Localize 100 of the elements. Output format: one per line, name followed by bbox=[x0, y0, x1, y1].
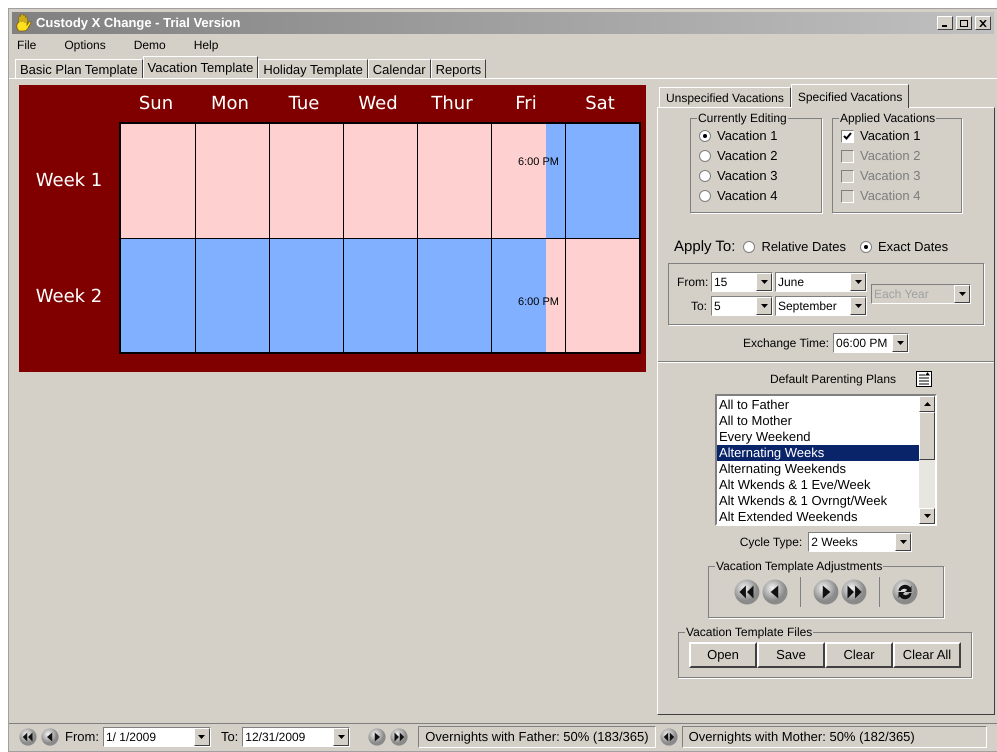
menu-item[interactable]: Help bbox=[194, 36, 218, 54]
file-button[interactable]: Open bbox=[689, 642, 757, 668]
radio-button[interactable] bbox=[699, 170, 711, 182]
from-date-dropdown[interactable]: 1/ 1/2009 bbox=[102, 726, 211, 746]
scroll-thumb[interactable] bbox=[919, 412, 935, 460]
scrollbar[interactable] bbox=[919, 396, 935, 524]
back-button[interactable] bbox=[762, 579, 788, 605]
fast-forward-button[interactable] bbox=[390, 728, 408, 746]
file-button[interactable]: Clear All bbox=[893, 642, 961, 668]
list-item[interactable]: Alt Extended Weekends bbox=[717, 509, 919, 525]
group-title: Vacation Template Files bbox=[685, 625, 814, 639]
from-label: From: bbox=[677, 274, 709, 291]
file-button[interactable]: Save bbox=[757, 642, 825, 668]
maximize-button[interactable] bbox=[956, 16, 972, 30]
checkbox-label: Vacation 1 bbox=[860, 127, 920, 146]
dropdown-arrow-button[interactable] bbox=[756, 297, 772, 315]
caret-icon bbox=[760, 304, 768, 308]
close-button[interactable] bbox=[975, 16, 991, 30]
checkbox-label: Vacation 3 bbox=[860, 167, 920, 186]
day-dropdown[interactable]: 15 bbox=[711, 272, 773, 292]
day-dropdown[interactable]: 5 bbox=[711, 296, 773, 316]
menu-item[interactable]: Demo bbox=[134, 36, 166, 54]
dropdown-arrow-button[interactable] bbox=[850, 273, 866, 291]
radio-button[interactable] bbox=[699, 150, 711, 162]
week-label: Week 1 bbox=[36, 168, 102, 192]
list-item[interactable]: Every Weekend bbox=[717, 429, 919, 445]
tab[interactable]: Unspecified Vacations bbox=[659, 87, 791, 107]
swap-button[interactable] bbox=[660, 728, 678, 746]
fast-forward-button[interactable] bbox=[841, 579, 867, 605]
apply-to-label: Apply To: bbox=[674, 236, 736, 257]
menu-item[interactable]: Options bbox=[64, 36, 106, 54]
to-date-dropdown[interactable]: 12/31/2009 bbox=[242, 726, 350, 746]
tab[interactable]: Specified Vacations bbox=[790, 84, 910, 108]
tab[interactable]: Reports bbox=[430, 59, 486, 78]
scroll-down-button[interactable] bbox=[919, 508, 935, 524]
exchange-time-label: 6:00 PM bbox=[518, 295, 559, 310]
maximize-icon bbox=[960, 20, 968, 26]
dropdown-arrow-button[interactable] bbox=[892, 334, 908, 352]
dropdown-arrow-button[interactable] bbox=[895, 533, 912, 551]
document-icon[interactable] bbox=[916, 371, 932, 387]
radio-label: Exact Dates bbox=[878, 238, 948, 256]
caret-icon bbox=[338, 734, 345, 738]
caret-icon bbox=[854, 304, 862, 308]
day-header: Mon bbox=[211, 92, 249, 116]
window-title: Custody X Change - Trial Version bbox=[36, 14, 242, 32]
radio-label: Relative Dates bbox=[761, 238, 846, 256]
month-dropdown[interactable]: June bbox=[775, 272, 867, 292]
mother-overnights-text: Overnights with Mother: 50% (182/365) bbox=[682, 726, 987, 748]
dropdown-arrow-button[interactable] bbox=[194, 728, 210, 746]
list-item[interactable]: Alternating Weekends bbox=[717, 461, 919, 477]
caret-icon bbox=[900, 540, 907, 544]
month-dropdown[interactable]: September bbox=[775, 296, 867, 316]
refresh-button[interactable] bbox=[892, 579, 918, 605]
list-item[interactable]: Alternating Weeks bbox=[717, 445, 919, 461]
list-item[interactable]: Alt Wkends & 1 Eve/Week bbox=[717, 477, 919, 493]
from-label: From: bbox=[65, 728, 99, 746]
tab[interactable]: Vacation Template bbox=[142, 56, 258, 78]
scroll-up-button[interactable] bbox=[919, 396, 935, 412]
radio-button[interactable] bbox=[860, 241, 872, 253]
dropdown-arrow-button[interactable] bbox=[333, 728, 350, 746]
exchange-time-dropdown[interactable]: 06:00 PM bbox=[833, 333, 910, 353]
tab[interactable]: Holiday Template bbox=[258, 59, 368, 78]
file-button[interactable]: Clear bbox=[825, 642, 893, 668]
tab[interactable]: Basic Plan Template bbox=[15, 59, 143, 78]
day-header: Fri bbox=[515, 92, 537, 116]
list-item[interactable]: All to Father bbox=[717, 397, 919, 413]
radio-button[interactable] bbox=[699, 130, 711, 142]
rewind-button[interactable] bbox=[734, 579, 760, 605]
caret-icon bbox=[958, 292, 966, 296]
checkbox-label: Vacation 2 bbox=[860, 147, 920, 166]
check-icon bbox=[843, 132, 852, 140]
caret-icon bbox=[924, 514, 930, 518]
list-item[interactable]: Alt Wkends & 1 Ovrngt/Week bbox=[717, 493, 919, 509]
group-title: Vacation Template Adjustments bbox=[715, 559, 884, 573]
group-title: Applied Vacations bbox=[839, 111, 936, 125]
day-header: Sat bbox=[585, 92, 615, 116]
dropdown-arrow-button[interactable] bbox=[850, 297, 866, 315]
list-item[interactable]: All to Mother bbox=[717, 413, 919, 429]
caret-icon bbox=[854, 280, 862, 284]
day-header: Wed bbox=[358, 92, 398, 116]
tab[interactable]: Calendar bbox=[368, 59, 431, 78]
dropdown-arrow-button[interactable] bbox=[756, 273, 772, 291]
menu-item[interactable]: File bbox=[17, 36, 36, 54]
cycle-type-dropdown[interactable]: 2 Weeks bbox=[808, 532, 912, 552]
caret-up-icon bbox=[924, 402, 930, 406]
exchange-time-label: Exchange Time: bbox=[742, 335, 830, 352]
forward-button[interactable] bbox=[813, 579, 839, 605]
radio-button[interactable] bbox=[743, 241, 756, 253]
week-label: Week 2 bbox=[36, 284, 102, 308]
checkbox[interactable] bbox=[841, 130, 854, 142]
radio-button[interactable] bbox=[699, 190, 711, 202]
forward-button[interactable] bbox=[368, 728, 386, 746]
back-button[interactable] bbox=[41, 728, 59, 746]
father-overnights-text: Overnights with Father: 50% (183/365) bbox=[418, 726, 656, 748]
hand-icon bbox=[15, 14, 33, 32]
day-header: Thur bbox=[431, 92, 473, 116]
minimize-button[interactable] bbox=[937, 16, 953, 30]
radio-label: Vacation 2 bbox=[717, 147, 778, 166]
rewind-button[interactable] bbox=[19, 728, 37, 746]
to-label: To: bbox=[690, 298, 708, 315]
